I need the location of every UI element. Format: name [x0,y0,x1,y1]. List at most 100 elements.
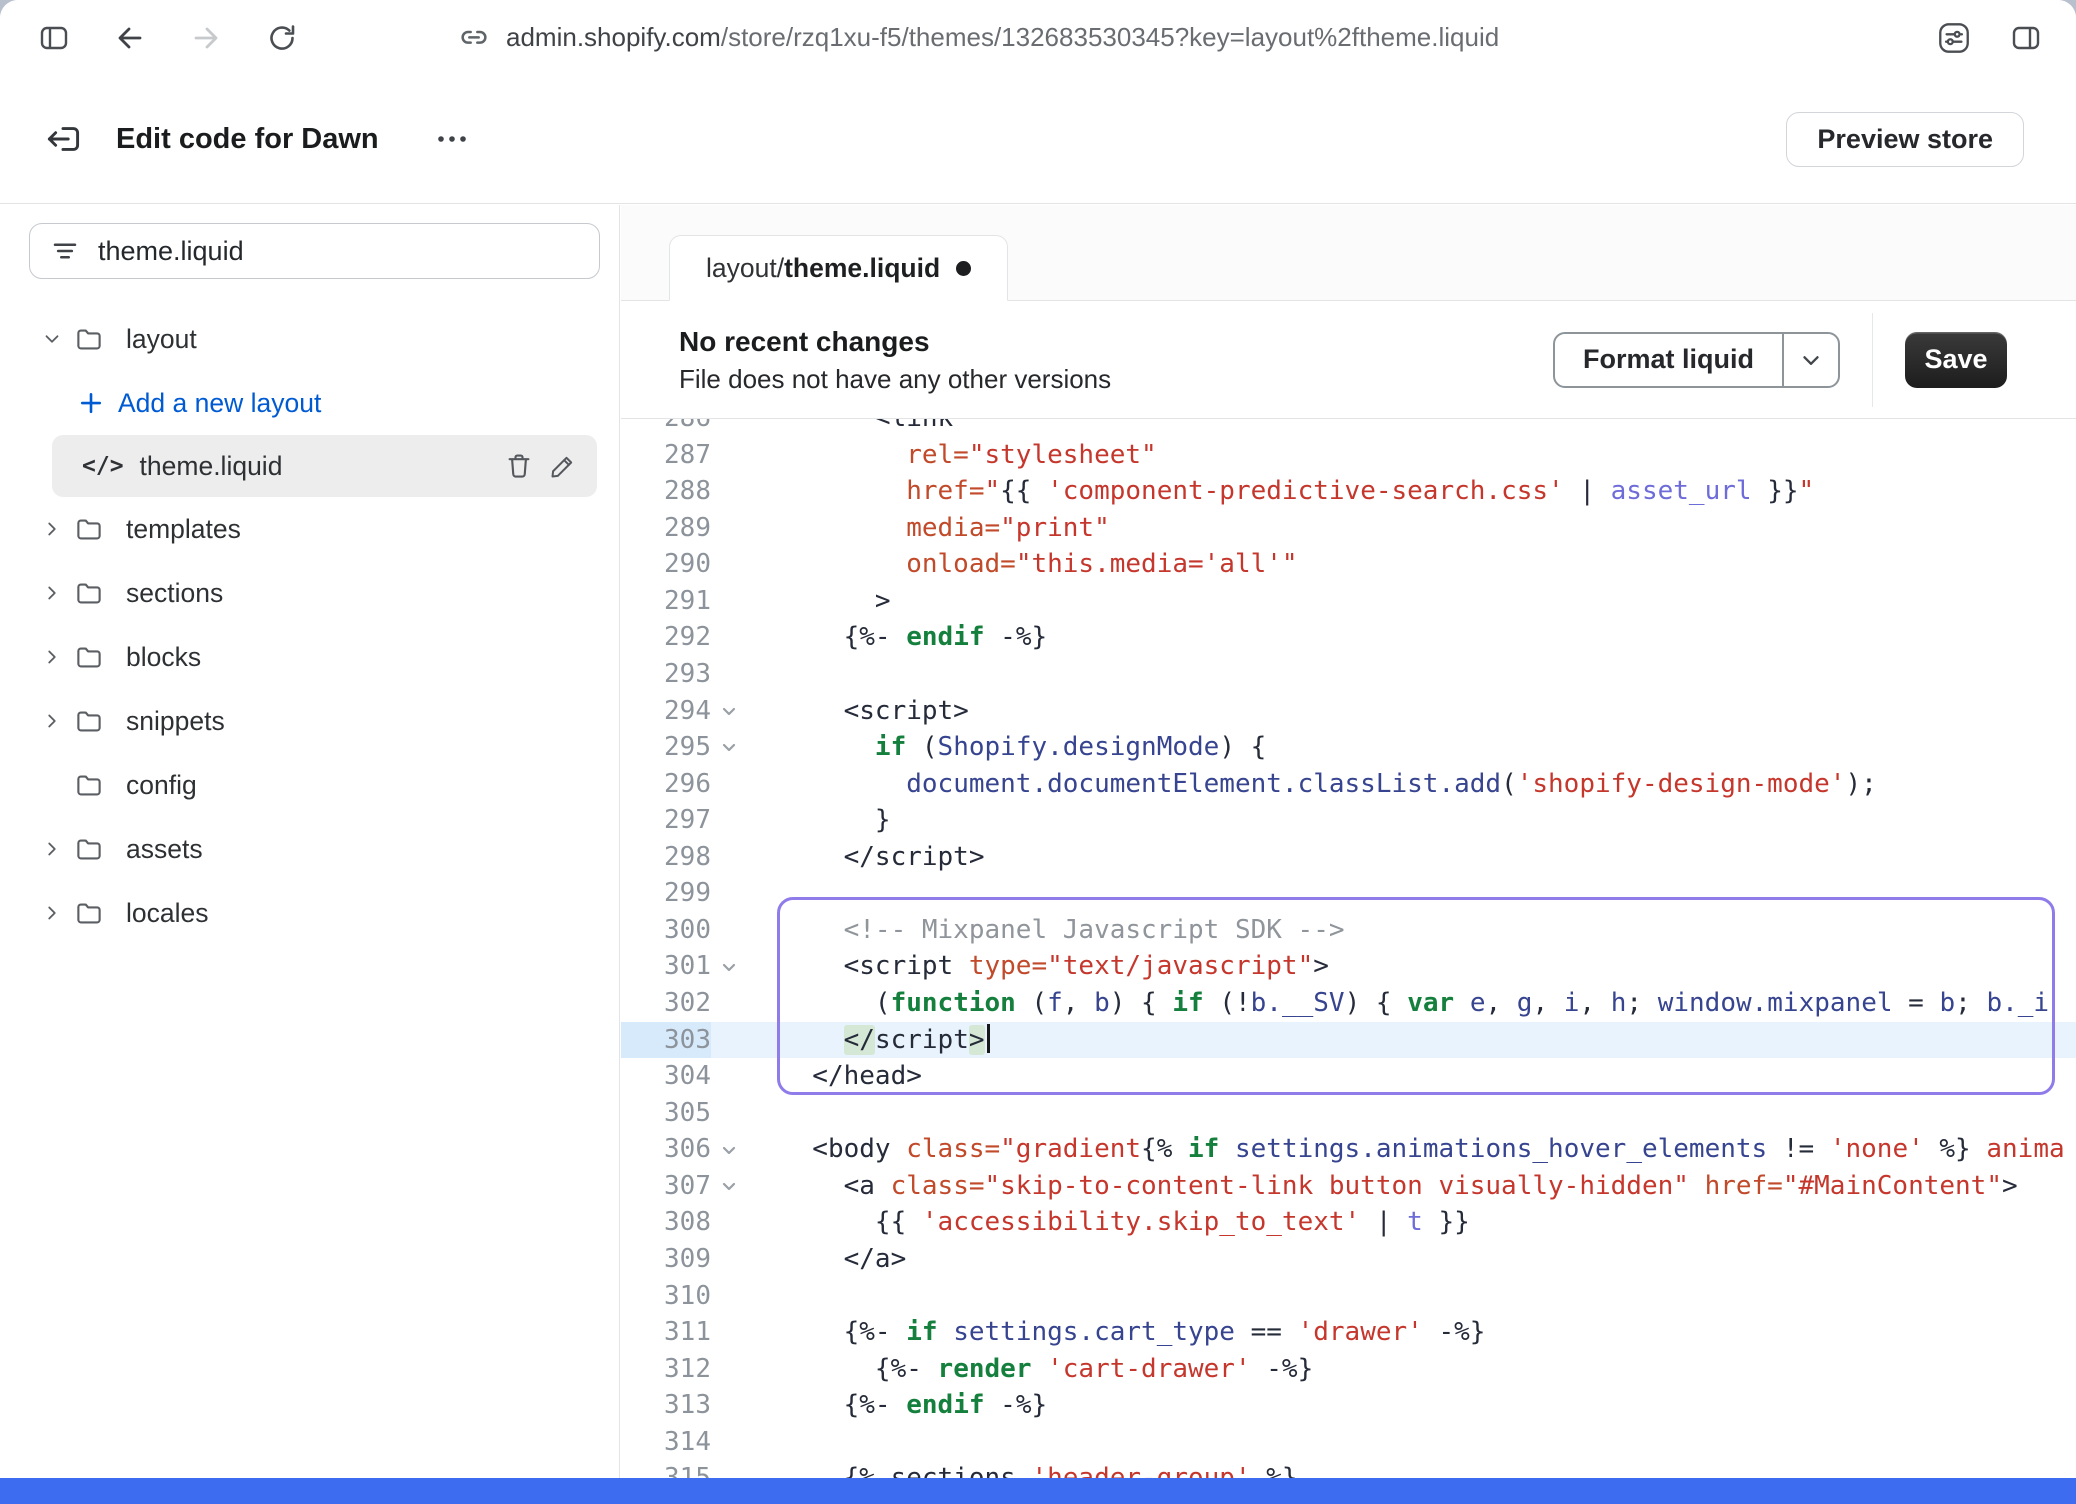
code-line-314[interactable]: 314 [621,1424,2076,1461]
code-line-290[interactable]: 290 onload="this.media='all'" [621,546,2076,583]
code-line-299[interactable]: 299 [621,875,2076,912]
chevron-right-icon[interactable] [30,699,74,743]
fold-toggle-icon[interactable] [711,1131,781,1168]
fold-spacer [711,766,781,803]
code-line-286[interactable]: 286 <link [621,419,2076,437]
fold-spacer [711,619,781,656]
code-text: } [781,802,891,839]
code-line-289[interactable]: 289 media="print" [621,510,2076,547]
preview-store-button[interactable]: Preview store [1786,112,2024,167]
file-tree: layoutAdd a new layout</>theme.liquidtem… [0,307,619,945]
code-line-313[interactable]: 313 {%- endif -%} [621,1387,2076,1424]
sidebar-item-config[interactable]: config [0,753,619,817]
fold-spacer [711,546,781,583]
code-line-303[interactable]: 303 </script> [621,1022,2076,1059]
fold-toggle-icon[interactable] [711,948,781,985]
code-line-291[interactable]: 291 > [621,583,2076,620]
app-header: Edit code for Dawn Preview store [0,75,2076,204]
chevron-right-icon[interactable] [30,571,74,615]
url-bar[interactable]: admin.shopify.com/store/rzq1xu-f5/themes… [458,22,1928,54]
file-search-box[interactable] [29,223,600,279]
pencil-icon[interactable] [541,444,585,488]
chevron-right-icon[interactable] [30,891,74,935]
extensions-icon[interactable] [1928,12,1980,64]
code-line-297[interactable]: 297 } [621,802,2076,839]
sidebar-file-theme.liquid[interactable]: </>theme.liquid [52,435,597,497]
sidebar-toggle-icon[interactable] [28,12,80,64]
editor-main: layout/theme.liquid No recent changes Fi… [621,205,2076,1478]
code-text: {{ 'accessibility.skip_to_text' | t }} [781,1204,1470,1241]
code-line-302[interactable]: 302 (function (f, b) { if (!b.__SV) { va… [621,985,2076,1022]
editor-tab-strip: layout/theme.liquid [621,205,2076,301]
sidebar-item-sections[interactable]: sections [0,561,619,625]
sidebar-add-layout[interactable]: Add a new layout [0,371,619,435]
chevron-down-icon [1798,347,1824,373]
code-line-307[interactable]: 307 <a class="skip-to-content-link butto… [621,1168,2076,1205]
reload-icon[interactable] [256,12,308,64]
fold-spacer [711,419,781,437]
code-line-310[interactable]: 310 [621,1278,2076,1315]
code-line-292[interactable]: 292 {%- endif -%} [621,619,2076,656]
chevron-right-icon[interactable] [30,827,74,871]
code-line-296[interactable]: 296 document.documentElement.classList.a… [621,766,2076,803]
code-line-301[interactable]: 301 <script type="text/javascript"> [621,948,2076,985]
folder-icon [74,642,120,672]
fold-spacer [711,1424,781,1461]
line-number: 288 [621,473,711,510]
chevron-down-icon[interactable] [30,317,74,361]
more-icon[interactable] [425,119,479,159]
sidebar-item-blocks[interactable]: blocks [0,625,619,689]
filter-icon [50,236,80,266]
fold-toggle-icon[interactable] [711,1168,781,1205]
fold-toggle-icon[interactable] [711,729,781,766]
tab-theme-liquid[interactable]: layout/theme.liquid [669,235,1008,301]
chrome-nav-group [0,12,308,64]
code-text: <body class="gradient{% if settings.anim… [781,1131,2065,1168]
code-line-309[interactable]: 309 </a> [621,1241,2076,1278]
line-number: 314 [621,1424,711,1461]
sidebar-item-assets[interactable]: assets [0,817,619,881]
line-number: 294 [621,693,711,730]
code-line-300[interactable]: 300 <!-- Mixpanel Javascript SDK --> [621,912,2076,949]
sidebar-item-locales[interactable]: locales [0,881,619,945]
code-line-287[interactable]: 287 rel="stylesheet" [621,437,2076,474]
code-text: {%- render 'cart-drawer' -%} [781,1351,1313,1388]
file-search-input[interactable] [98,236,579,267]
fold-toggle-icon[interactable] [711,693,781,730]
fold-spacer [711,583,781,620]
folder-icon [74,324,120,354]
format-liquid-button[interactable]: Format liquid [1553,332,1840,388]
back-icon[interactable] [104,12,156,64]
code-text: href="{{ 'component-predictive-search.cs… [781,473,1814,510]
code-line-312[interactable]: 312 {%- render 'cart-drawer' -%} [621,1351,2076,1388]
folder-label: blocks [126,642,201,673]
save-button[interactable]: Save [1905,332,2007,388]
code-text: </script> [781,839,985,876]
line-number: 313 [621,1387,711,1424]
line-number: 304 [621,1058,711,1095]
forward-icon[interactable] [180,12,232,64]
code-line-315[interactable]: 315 {% sections 'header-group' %} [621,1460,2076,1478]
sidebar-item-layout[interactable]: layout [0,307,619,371]
folder-label: snippets [126,706,225,737]
sidebar-item-templates[interactable]: templates [0,497,619,561]
code-line-295[interactable]: 295 if (Shopify.designMode) { [621,729,2076,766]
code-line-293[interactable]: 293 [621,656,2076,693]
split-view-icon[interactable] [2000,12,2052,64]
code-line-306[interactable]: 306 <body class="gradient{% if settings.… [621,1131,2076,1168]
chevron-right-icon[interactable] [30,635,74,679]
code-line-311[interactable]: 311 {%- if settings.cart_type == 'drawer… [621,1314,2076,1351]
chevron-right-icon[interactable] [30,507,74,551]
exit-icon[interactable] [34,109,94,169]
code-line-305[interactable]: 305 [621,1095,2076,1132]
code-text: <script type="text/javascript"> [781,948,1329,985]
trash-icon[interactable] [497,444,541,488]
code-line-288[interactable]: 288 href="{{ 'component-predictive-searc… [621,473,2076,510]
code-line-308[interactable]: 308 {{ 'accessibility.skip_to_text' | t … [621,1204,2076,1241]
code-line-304[interactable]: 304 </head> [621,1058,2076,1095]
code-editor[interactable]: 286 <link287 rel="stylesheet"288 href="{… [621,419,2076,1478]
format-options-toggle[interactable] [1782,334,1838,386]
code-line-294[interactable]: 294 <script> [621,693,2076,730]
code-line-298[interactable]: 298 </script> [621,839,2076,876]
sidebar-item-snippets[interactable]: snippets [0,689,619,753]
